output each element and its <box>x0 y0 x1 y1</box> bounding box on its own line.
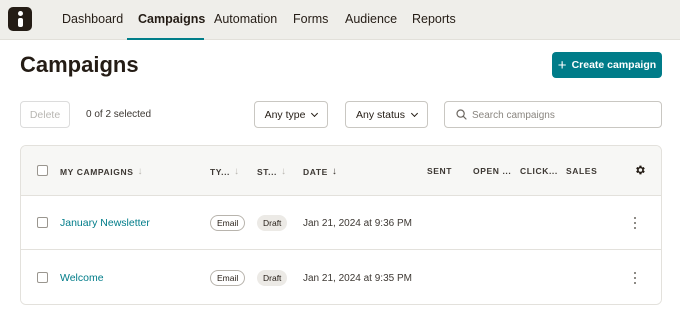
chevron-down-icon <box>410 109 419 117</box>
row-checkbox[interactable] <box>37 217 48 228</box>
column-header-date[interactable]: DATE ↓ <box>303 166 338 177</box>
search-box <box>444 101 662 128</box>
status-filter-dropdown[interactable]: Any status <box>345 101 428 128</box>
column-header-sent[interactable]: SENT <box>427 166 452 176</box>
campaign-name-link[interactable]: Welcome <box>60 272 104 284</box>
selected-count: 0 of 2 selected <box>86 109 152 120</box>
type-filter-dropdown[interactable]: Any type <box>254 101 328 128</box>
chevron-down-icon <box>311 109 319 117</box>
nav-item-automation[interactable]: Automation <box>214 0 277 40</box>
sort-arrow-icon: ↓ <box>281 166 287 177</box>
type-badge: Email <box>210 270 246 286</box>
sort-arrow-icon: ↓ <box>331 166 338 177</box>
type-badge: Email <box>210 215 246 231</box>
campaign-date: Jan 21, 2024 at 9:36 PM <box>303 218 412 229</box>
create-campaign-button[interactable]: + Create campaign <box>552 52 662 78</box>
nav-item-dashboard[interactable]: Dashboard <box>62 0 123 40</box>
more-options-icon[interactable] <box>631 216 639 230</box>
select-all-checkbox[interactable] <box>37 165 48 176</box>
status-filter-label: Any status <box>355 108 406 121</box>
top-nav: Dashboard Campaigns Automation Forms Aud… <box>0 0 680 40</box>
column-header-open-rate[interactable]: OPEN ... <box>473 166 511 176</box>
create-campaign-label: Create campaign <box>571 59 657 71</box>
campaign-date: Jan 21, 2024 at 9:35 PM <box>303 273 412 284</box>
campaign-name-link[interactable]: January Newsletter <box>60 217 150 229</box>
column-header-sales[interactable]: SALES <box>566 166 597 176</box>
column-header-type[interactable]: TY... ↓ <box>210 166 240 177</box>
more-options-icon[interactable] <box>631 271 639 285</box>
plus-icon: + <box>557 56 567 74</box>
campaigns-table: MY CAMPAIGNS ↓ TY... ↓ ST... ↓ DATE ↓ SE… <box>20 145 662 305</box>
column-header-my-campaigns[interactable]: MY CAMPAIGNS ↓ <box>60 166 143 177</box>
brand-logo-icon[interactable] <box>8 7 32 31</box>
nav-item-campaigns[interactable]: Campaigns <box>138 0 205 40</box>
table-row: Welcome Email Draft Jan 21, 2024 at 9:35… <box>21 251 661 304</box>
status-badge: Draft <box>257 215 288 231</box>
search-icon <box>456 109 467 120</box>
gear-icon[interactable] <box>634 164 646 176</box>
row-checkbox[interactable] <box>37 272 48 283</box>
search-input[interactable] <box>472 106 652 124</box>
column-header-click-rate[interactable]: CLICK... <box>520 166 558 176</box>
table-row: January Newsletter Email Draft Jan 21, 2… <box>21 196 661 250</box>
status-badge: Draft <box>257 270 288 286</box>
type-filter-label: Any type <box>264 108 306 121</box>
sort-arrow-icon: ↓ <box>234 166 240 177</box>
page-title: Campaigns <box>20 52 139 77</box>
nav-item-forms[interactable]: Forms <box>293 0 328 40</box>
sort-arrow-icon: ↓ <box>137 166 144 177</box>
nav-item-audience[interactable]: Audience <box>345 0 397 40</box>
column-header-status[interactable]: ST... ↓ <box>257 166 287 177</box>
active-tab-indicator <box>127 38 204 40</box>
table-header: MY CAMPAIGNS ↓ TY... ↓ ST... ↓ DATE ↓ SE… <box>21 146 661 196</box>
delete-button[interactable]: Delete <box>20 101 70 128</box>
nav-item-reports[interactable]: Reports <box>412 0 456 40</box>
